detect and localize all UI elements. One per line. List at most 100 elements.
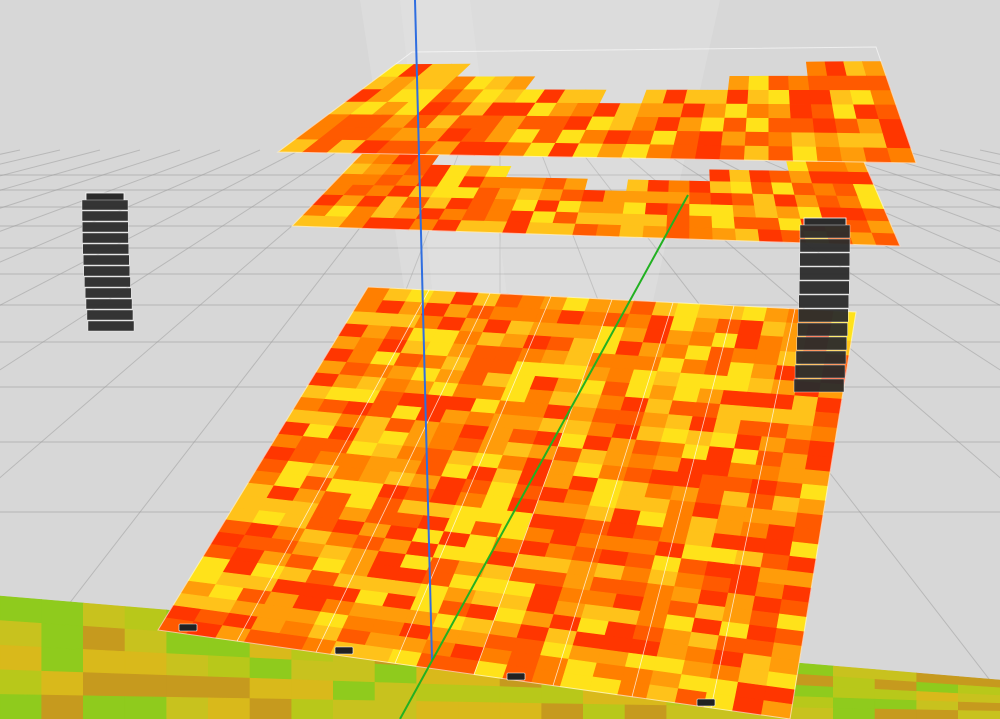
heatmap-cell <box>722 117 748 133</box>
heatmap-cell <box>720 390 748 407</box>
heatmap-cell <box>635 425 666 443</box>
heatmap-cell <box>745 117 770 133</box>
heatmap-cell <box>768 90 791 105</box>
speaker-cabinet <box>793 378 845 393</box>
front-fill-speaker[interactable] <box>506 672 526 681</box>
heatmap-cell <box>689 192 712 206</box>
floor-cell <box>208 697 251 719</box>
heatmap-cell <box>810 104 836 120</box>
floor-cell <box>624 704 668 719</box>
heatmap-cell <box>857 196 885 210</box>
speaker-cabinet <box>85 298 133 310</box>
heatmap-cell <box>750 363 778 381</box>
heatmap-cell <box>636 103 664 118</box>
heatmap-cell <box>611 423 641 441</box>
floor-cell <box>166 696 209 719</box>
heatmap-cell <box>788 170 813 184</box>
heatmap-cell <box>802 469 831 487</box>
heatmap-cell <box>662 89 688 105</box>
heatmap-cell <box>661 343 690 360</box>
right-line-array[interactable] <box>793 217 851 393</box>
heatmap-cell <box>727 362 755 379</box>
heatmap-cell <box>670 144 699 160</box>
heatmap-cell <box>799 483 829 502</box>
front-fill-speaker[interactable] <box>334 646 354 655</box>
left-line-array[interactable] <box>81 192 135 332</box>
heatmap-cell <box>712 227 737 241</box>
front-fill-speaker[interactable] <box>178 623 198 632</box>
heatmap-cell <box>737 420 766 437</box>
heatmap-cell <box>804 454 833 473</box>
heatmap-cell <box>768 146 794 162</box>
heatmap-cell <box>600 381 631 398</box>
heatmap-cell <box>642 225 668 239</box>
heatmap-cell <box>631 116 660 132</box>
heatmap-cell <box>764 407 793 425</box>
floor-cell <box>291 659 334 682</box>
heatmap-cell <box>744 131 770 147</box>
heatmap-cell <box>696 303 724 320</box>
heatmap-cell <box>689 203 713 217</box>
heatmap-cell <box>768 132 793 148</box>
floor-cell <box>0 669 43 696</box>
heatmap-cell <box>746 493 776 511</box>
floor-cell <box>457 684 501 704</box>
heatmap-cell <box>626 130 655 146</box>
heatmap-cell <box>789 104 814 120</box>
heatmap-cell <box>643 214 668 228</box>
heatmap-cell <box>581 189 606 203</box>
speaker-cabinet <box>797 322 848 337</box>
front-fill-speaker[interactable] <box>696 698 716 707</box>
heatmap-cell <box>710 204 735 218</box>
3d-viewport[interactable] <box>0 0 1000 719</box>
heatmap-cell <box>598 213 624 226</box>
floor-cell <box>124 673 167 698</box>
heatmap-cell <box>761 422 790 440</box>
heatmap-cell <box>771 495 801 514</box>
heatmap-cell <box>862 208 890 222</box>
floor-cell <box>832 686 876 700</box>
floor-cell <box>41 623 84 650</box>
speaker-cabinet <box>81 199 129 211</box>
heatmap-cell <box>605 367 635 384</box>
heatmap-cell <box>747 377 775 395</box>
heatmap-cell <box>737 319 765 337</box>
heatmap-cell <box>622 202 647 215</box>
floor-cell <box>208 655 251 679</box>
heatmap-cell <box>726 89 749 105</box>
heatmap-cell <box>658 103 685 118</box>
heatmap-cell <box>657 357 686 374</box>
floor-cell <box>457 701 501 719</box>
heatmap-cell <box>814 132 841 148</box>
floor-cell <box>957 701 1000 712</box>
heatmap-cell <box>730 348 758 365</box>
floor-cell <box>916 700 959 711</box>
floor-cell <box>83 649 126 675</box>
heatmap-cell <box>620 213 646 227</box>
floor-cell <box>332 661 376 683</box>
heatmap-cell <box>752 464 781 483</box>
heatmap-cell <box>748 170 772 184</box>
heatmap-cell <box>709 169 731 183</box>
heatmap-cell <box>792 146 819 162</box>
heatmap-cell <box>640 412 670 429</box>
heatmap-cell <box>815 397 843 415</box>
acoustic-simulation-scene[interactable] <box>0 0 1000 719</box>
heatmap-cell <box>755 217 782 231</box>
floor-cell <box>791 696 834 709</box>
floor-cell <box>249 657 293 680</box>
heatmap-cell <box>652 455 682 473</box>
heatmap-cell <box>623 467 654 484</box>
heatmap-cell <box>861 61 887 77</box>
heatmap-cell <box>614 340 644 357</box>
heatmap-cell <box>763 307 790 324</box>
heatmap-cell <box>767 393 796 411</box>
heatmap-cell <box>649 130 678 146</box>
heatmap-cell <box>730 448 760 466</box>
heatmap-cell <box>562 178 588 191</box>
heatmap-cell <box>752 193 777 207</box>
heatmap-cell <box>852 183 880 198</box>
heatmap-cell <box>502 221 531 235</box>
heatmap-cell <box>698 474 729 492</box>
heatmap-cell <box>774 481 804 499</box>
